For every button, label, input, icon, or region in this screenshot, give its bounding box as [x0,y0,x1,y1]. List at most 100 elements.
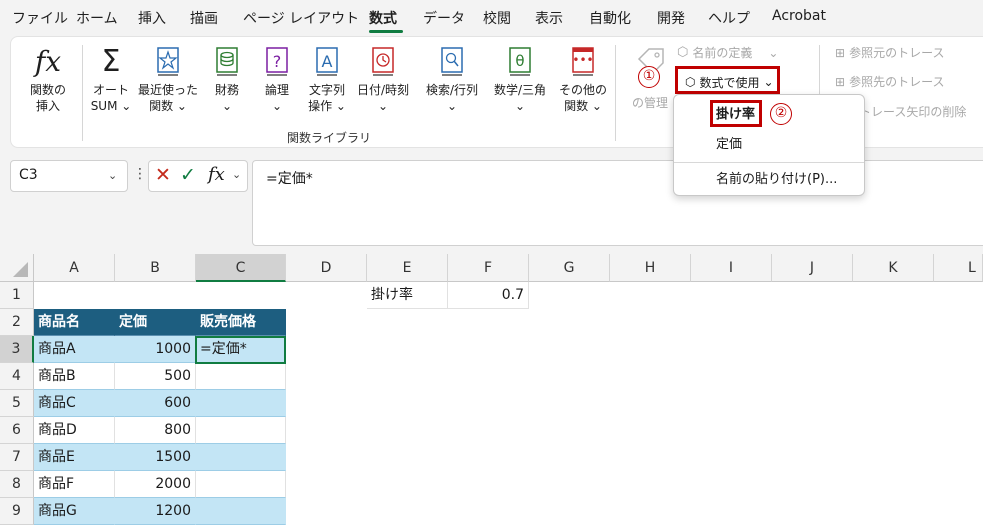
select-all-corner[interactable] [0,254,34,282]
menu-item-kakeritsu[interactable]: 掛け率 [674,102,864,128]
tab-formulas[interactable]: 数式 [369,8,397,28]
table-cell-name[interactable]: 商品A [34,336,115,363]
table-cell-name[interactable]: 商品F [34,471,115,498]
table-cell-name[interactable]: 商品G [34,498,115,525]
table-header-price[interactable]: 定価 [115,309,196,336]
row-header-4[interactable]: 4 [0,363,34,390]
row-header-8[interactable]: 8 [0,471,34,498]
table-cell-price[interactable]: 2000 [115,471,196,498]
table-cell-sale[interactable] [196,390,286,417]
table-cell-sale[interactable] [196,471,286,498]
logical-icon: ? [266,47,288,76]
theta-icon: θ [509,47,531,76]
tab-developer[interactable]: 開発 [657,8,685,28]
table-cell-price[interactable]: 500 [115,363,196,390]
chevron-down-icon[interactable]: ⌄ [232,168,241,181]
table-cell-name[interactable]: 商品B [34,363,115,390]
table-header-name[interactable]: 商品名 [34,309,115,336]
column-header-c[interactable]: C [196,254,286,282]
row-header-7[interactable]: 7 [0,444,34,471]
worksheet-grid: A B C D E F G H I J K L 1 2 3 4 5 6 7 8 … [0,254,983,531]
define-name-label: 名前の定義 [692,46,753,60]
table-cell-price[interactable]: 1500 [115,444,196,471]
menu-item-teika[interactable]: 定価 [674,132,864,158]
column-header-a[interactable]: A [34,254,115,282]
column-header-i[interactable]: I [691,254,772,282]
table-cell-sale[interactable] [196,444,286,471]
column-header-d[interactable]: D [286,254,367,282]
tab-acrobat[interactable]: Acrobat [772,8,826,24]
table-cell-price[interactable]: 600 [115,390,196,417]
table-header-sale-price[interactable]: 販売価格 [196,309,286,336]
row-header-9[interactable]: 9 [0,498,34,525]
table-cell-name[interactable]: 商品C [34,390,115,417]
row-header-5[interactable]: 5 [0,390,34,417]
tab-data[interactable]: データ [423,8,465,28]
financial-button[interactable]: 財務 ⌄ [207,45,247,114]
insert-function-icon[interactable]: fx [208,164,225,185]
trace-dependents-button[interactable]: ⊞ 参照先のトレース [835,73,944,90]
insert-function-button[interactable]: fx 関数の 挿入 [23,45,73,114]
row-header-3[interactable]: 3 [0,336,34,363]
more-functions-button[interactable]: ••• その他の 関数 ⌄ [555,45,611,114]
use-in-formula-dropdown: 掛け率 定価 名前の貼り付け(P)... [673,94,865,196]
tab-page-layout[interactable]: ページ レイアウト [243,8,359,28]
insert-function-label-1: 関数の [29,83,66,97]
tab-draw[interactable]: 描画 [190,8,218,28]
column-header-j[interactable]: J [772,254,853,282]
tab-home[interactable]: ホーム [76,8,118,28]
enter-icon[interactable]: ✓ [180,164,196,186]
cancel-icon[interactable]: ✕ [155,164,171,186]
table-cell-price[interactable]: 1000 [115,336,196,363]
logical-button[interactable]: ? 論理 ⌄ [257,45,297,114]
row-header-1[interactable]: 1 [0,282,34,309]
datetime-button[interactable]: 日付/時刻 ⌄ [351,45,415,114]
financial-label: 財務 [214,83,239,97]
tab-file[interactable]: ファイル [12,8,68,28]
column-header-h[interactable]: H [610,254,691,282]
recent-label-2: 関数 ⌄ [149,99,187,113]
financial-chevron: ⌄ [221,99,233,113]
menu-separator [674,162,864,163]
trace-precedents-button[interactable]: ⊞ 参照元のトレース [835,44,944,61]
book-star-icon [157,47,179,76]
tab-help[interactable]: ヘルプ [708,8,750,28]
menu-item-paste-names[interactable]: 名前の貼り付け(P)... [674,167,864,193]
column-header-g[interactable]: G [529,254,610,282]
more-functions-icon: ••• [572,47,594,76]
name-box-chevron-icon[interactable]: ⌄ [108,169,117,182]
row-header-6[interactable]: 6 [0,417,34,444]
define-name-button[interactable]: ⬡ 名前の定義 ⌄ [677,44,778,61]
datetime-label: 日付/時刻 [356,83,410,97]
remove-arrows-button[interactable]: トレース矢印の削除 [859,103,966,120]
table-cell-sale[interactable] [196,498,286,525]
tab-automate[interactable]: 自動化 [589,8,631,28]
table-cell-sale[interactable] [196,363,286,390]
text-functions-button[interactable]: A 文字列 操作 ⌄ [303,45,351,114]
svg-text:θ: θ [515,52,524,70]
use-in-formula-button[interactable]: ⬡ 数式で使用 ⌄ [681,71,774,93]
table-cell-sale[interactable]: =定価* [196,336,286,363]
tab-view[interactable]: 表示 [535,8,563,28]
table-cell-price[interactable]: 800 [115,417,196,444]
table-cell-name[interactable]: 商品D [34,417,115,444]
column-header-k[interactable]: K [853,254,934,282]
column-header-l[interactable]: L [934,254,983,282]
tab-review[interactable]: 校閲 [483,8,511,28]
formula-bar-buttons: ✕ ✓ fx ⌄ [148,160,248,192]
table-cell-sale[interactable] [196,417,286,444]
math-button[interactable]: θ 数学/三角 ⌄ [487,45,553,114]
lookup-button[interactable]: 検索/行列 ⌄ [419,45,485,114]
recently-used-button[interactable]: 最近使った 関数 ⌄ [135,45,201,114]
column-header-e[interactable]: E [367,254,448,282]
cell-e1[interactable]: 掛け率 [367,282,448,309]
tab-insert[interactable]: 挿入 [138,8,166,28]
row-header-2[interactable]: 2 [0,309,34,336]
autosum-button[interactable]: Σ オート SUM ⌄ [87,45,135,114]
column-header-b[interactable]: B [115,254,196,282]
table-cell-name[interactable]: 商品E [34,444,115,471]
formula-input[interactable]: =定価* [252,160,983,246]
column-header-f[interactable]: F [448,254,529,282]
cell-f1[interactable]: 0.7 [448,282,529,309]
table-cell-price[interactable]: 1200 [115,498,196,525]
